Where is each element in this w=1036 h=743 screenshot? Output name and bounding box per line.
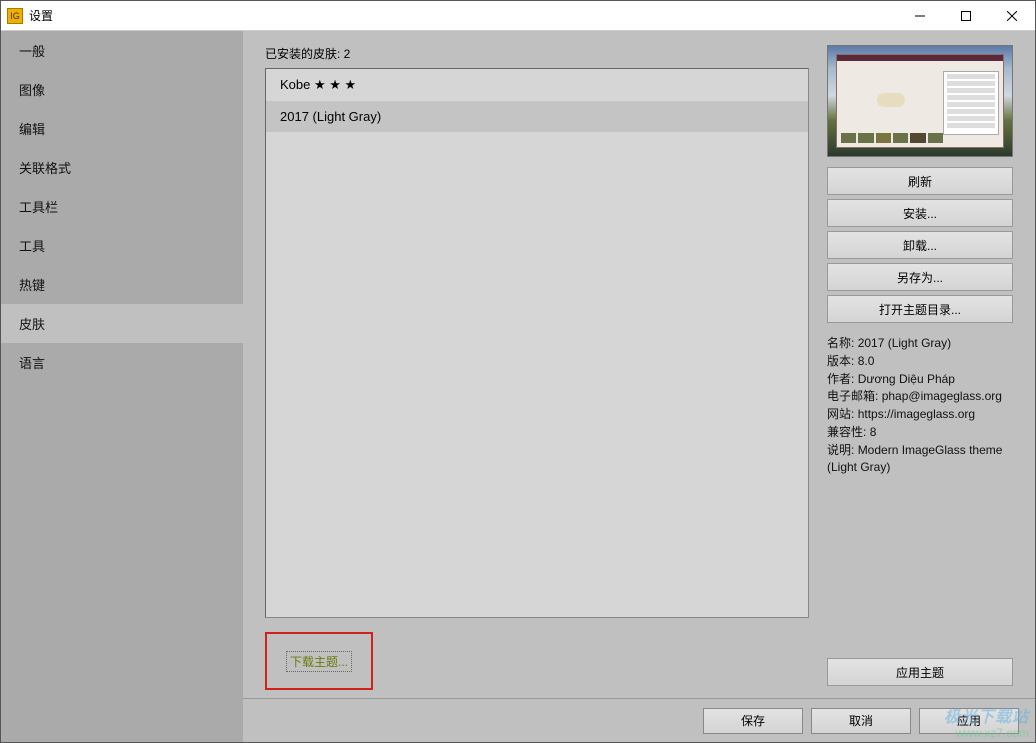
apply-button[interactable]: 应用 — [919, 708, 1019, 734]
footer: 保存 取消 应用 极光下载站 www.xz7.com — [243, 698, 1035, 742]
maximize-icon — [961, 11, 971, 21]
close-icon — [1007, 11, 1017, 21]
theme-preview — [827, 45, 1013, 157]
minimize-button[interactable] — [897, 1, 943, 31]
settings-window: IG 设置 一般 图像 编辑 关联格式 工具栏 工具 热键 皮肤 语言 — [0, 0, 1036, 743]
info-desc: 说明: Modern ImageGlass theme (Light Gray) — [827, 442, 1013, 476]
main-panel: 已安装的皮肤: 2 Kobe ★ ★ ★ 2017 (Light Gray) 下… — [243, 31, 1035, 742]
sidebar-item-toolbar[interactable]: 工具栏 — [1, 187, 243, 226]
close-button[interactable] — [989, 1, 1035, 31]
info-website: 网站: https://imageglass.org — [827, 406, 1013, 423]
info-version: 版本: 8.0 — [827, 353, 1013, 370]
main-body: 已安装的皮肤: 2 Kobe ★ ★ ★ 2017 (Light Gray) 下… — [243, 31, 1035, 698]
save-button[interactable]: 保存 — [703, 708, 803, 734]
sidebar-item-edit[interactable]: 编辑 — [1, 109, 243, 148]
installed-skins-label: 已安装的皮肤: 2 — [265, 45, 809, 62]
skin-row-2017[interactable]: 2017 (Light Gray) — [266, 101, 808, 132]
info-author: 作者: Dương Diệu Pháp — [827, 371, 1013, 388]
info-name: 名称: 2017 (Light Gray) — [827, 335, 1013, 352]
cancel-button[interactable]: 取消 — [811, 708, 911, 734]
info-compat: 兼容性: 8 — [827, 424, 1013, 441]
theme-info: 名称: 2017 (Light Gray) 版本: 8.0 作者: Dương … — [827, 335, 1013, 476]
uninstall-button[interactable]: 卸载... — [827, 231, 1013, 259]
sidebar-item-assoc[interactable]: 关联格式 — [1, 148, 243, 187]
open-theme-dir-button[interactable]: 打开主题目录... — [827, 295, 1013, 323]
sidebar-item-image[interactable]: 图像 — [1, 70, 243, 109]
sidebar-item-general[interactable]: 一般 — [1, 31, 243, 70]
titlebar: IG 设置 — [1, 1, 1035, 31]
window-controls — [897, 1, 1035, 31]
app-icon: IG — [7, 8, 23, 24]
saveas-button[interactable]: 另存为... — [827, 263, 1013, 291]
sidebar-item-hotkeys[interactable]: 热键 — [1, 265, 243, 304]
download-highlight: 下载主题... — [265, 632, 373, 690]
apply-theme-button[interactable]: 应用主题 — [827, 658, 1013, 686]
skin-list[interactable]: Kobe ★ ★ ★ 2017 (Light Gray) — [265, 68, 809, 618]
window-title: 设置 — [29, 7, 897, 24]
sidebar-item-tools[interactable]: 工具 — [1, 226, 243, 265]
minimize-icon — [915, 11, 925, 21]
sidebar: 一般 图像 编辑 关联格式 工具栏 工具 热键 皮肤 语言 — [1, 31, 243, 742]
info-email: 电子邮箱: phap@imageglass.org — [827, 388, 1013, 405]
install-button[interactable]: 安装... — [827, 199, 1013, 227]
sidebar-item-language[interactable]: 语言 — [1, 343, 243, 382]
right-column: 刷新 安装... 卸载... 另存为... 打开主题目录... 名称: 2017… — [827, 45, 1013, 690]
content: 一般 图像 编辑 关联格式 工具栏 工具 热键 皮肤 语言 已安装的皮肤: 2 … — [1, 31, 1035, 742]
download-theme-link[interactable]: 下载主题... — [286, 651, 352, 672]
skin-row-kobe[interactable]: Kobe ★ ★ ★ — [266, 69, 808, 101]
sidebar-item-skins[interactable]: 皮肤 — [1, 304, 243, 343]
left-column: 已安装的皮肤: 2 Kobe ★ ★ ★ 2017 (Light Gray) 下… — [265, 45, 809, 690]
maximize-button[interactable] — [943, 1, 989, 31]
refresh-button[interactable]: 刷新 — [827, 167, 1013, 195]
